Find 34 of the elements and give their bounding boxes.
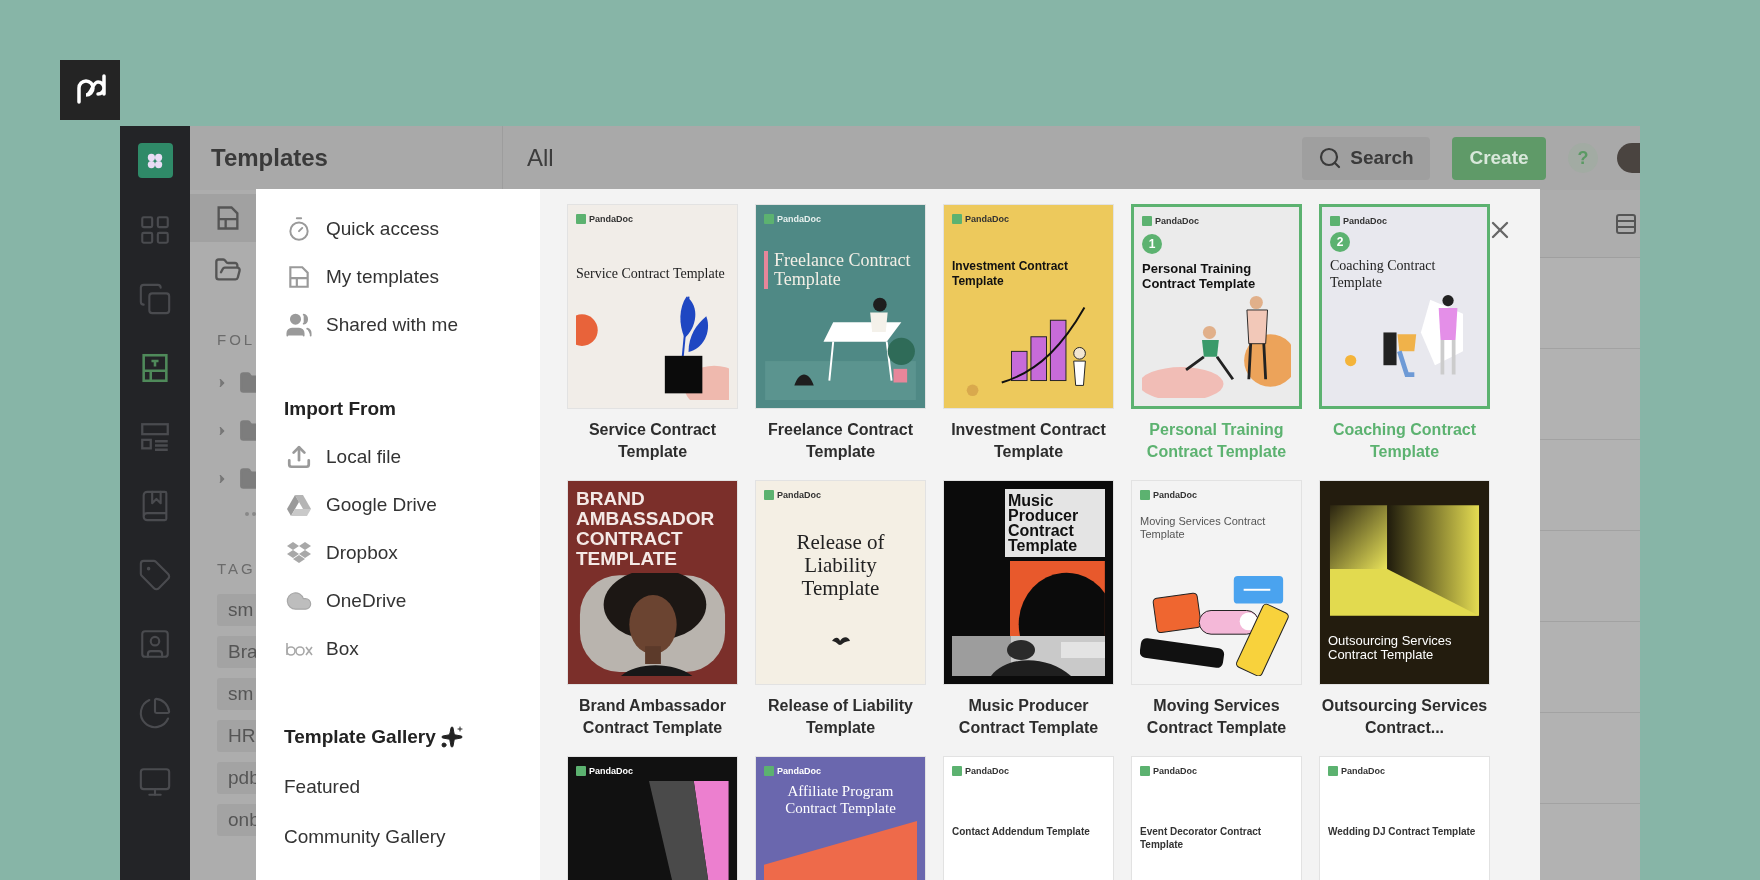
brand-name: PandaDoc — [1153, 489, 1197, 501]
brand-name: PandaDoc — [1155, 215, 1199, 227]
cover-title: BRAND AMBASSADOR CONTRACT TEMPLATE — [576, 489, 716, 569]
cover-title: Outsourcing Services Contract Template — [1328, 634, 1453, 662]
brand-name: PandaDoc — [965, 213, 1009, 225]
brand-name: PandaDoc — [589, 213, 633, 225]
cover-title: Moving Services Contract Template — [1140, 515, 1267, 541]
brand-name: PandaDoc — [777, 489, 821, 501]
cover-title: Event Decorator Contract Template — [1140, 825, 1263, 851]
cover-title: Freelance Contract Template — [764, 251, 917, 289]
section-heading: Template Gallery — [284, 724, 436, 749]
brand-name: PandaDoc — [1343, 215, 1387, 227]
cover-title: Wedding DJ Contract Template — [1328, 825, 1477, 838]
brand-name: PandaDoc — [777, 765, 821, 777]
brand-name: PandaDoc — [1153, 765, 1197, 777]
cover-title: Investment Contract Template — [952, 259, 1070, 289]
order-badge: 1 — [1142, 234, 1162, 254]
brand-name: PandaDoc — [1341, 765, 1385, 777]
brand-name: PandaDoc — [965, 765, 1009, 777]
cover-title: Music Producer Contract Template — [1005, 489, 1105, 557]
cover-title: Affiliate Program Contract Template — [784, 783, 897, 817]
panel-title: Templates — [211, 143, 328, 173]
cover-title: Coaching Contract Template — [1330, 257, 1437, 291]
cover-title: Personal Training Contract Template — [1142, 261, 1257, 291]
order-badge: 2 — [1330, 232, 1350, 252]
cover-title: Service Contract Template — [576, 265, 726, 282]
brand-name: PandaDoc — [589, 765, 633, 777]
brand-name: PandaDoc — [777, 213, 821, 225]
section-label: FOL — [217, 330, 257, 350]
cover-title: Contact Addendum Template — [952, 825, 1091, 838]
cover-title: Release of Liability Template — [795, 531, 886, 600]
section-heading: Import From — [284, 396, 396, 421]
view-title: All — [527, 143, 554, 173]
section-label: TAG — [217, 558, 257, 579]
